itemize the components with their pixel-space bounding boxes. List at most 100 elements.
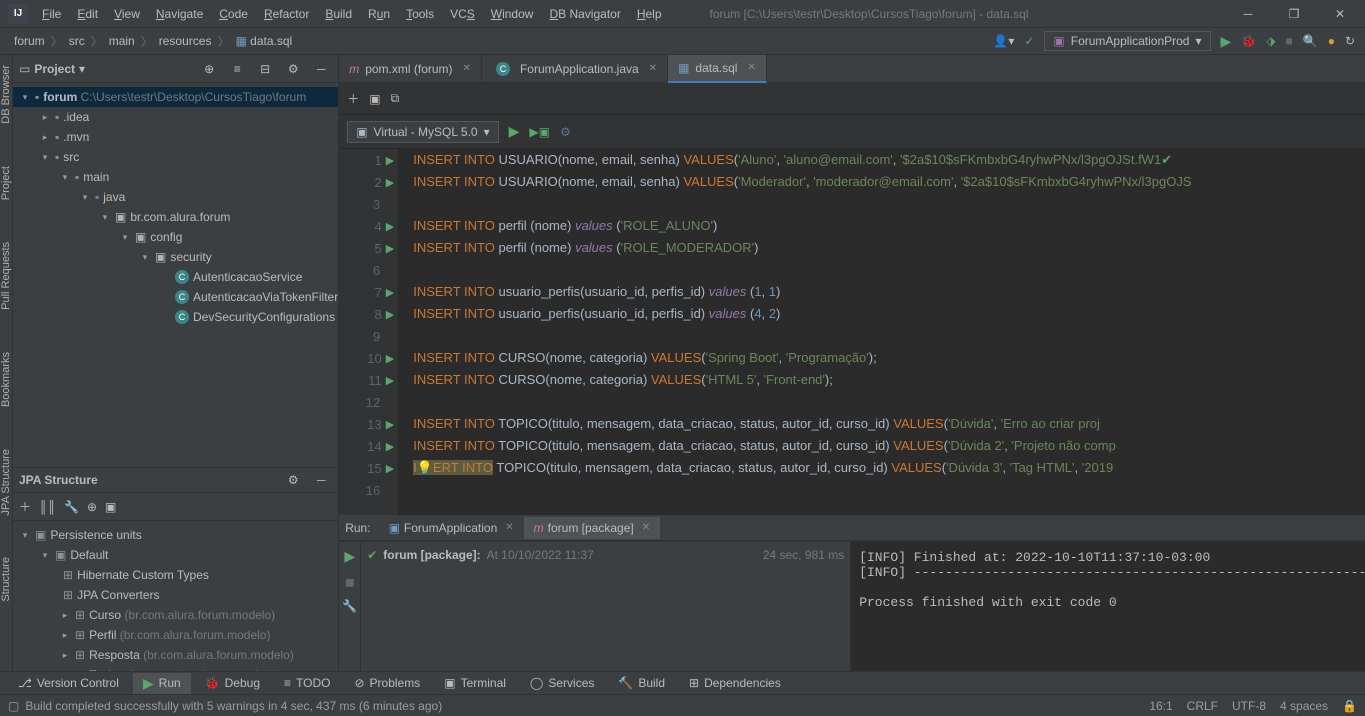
run-output[interactable]: [INFO] Finished at: 2022-10-10T11:37:10-…	[851, 542, 1365, 671]
close-icon[interactable]: ✕	[645, 63, 657, 74]
stop-icon[interactable]: ◼	[345, 575, 355, 589]
jpa-wrench-icon[interactable]: 🔧	[64, 500, 79, 514]
bot-terminal[interactable]: ▣Terminal	[434, 674, 516, 692]
bot-todo[interactable]: ≡TODO	[274, 674, 340, 692]
run-tab-forumapp[interactable]: ▣ForumApplication✕	[379, 517, 524, 539]
menu-file[interactable]: File	[34, 3, 69, 25]
jpa-add-icon[interactable]: ＋	[19, 498, 31, 515]
stripe-project[interactable]: Project	[0, 160, 12, 206]
jpa-entity-1[interactable]: ▸⊞Perfil (br.com.alura.forum.modelo)	[13, 625, 338, 645]
crumb-forum[interactable]: forum	[10, 32, 49, 50]
run-config-dropdown[interactable]: ▣ ForumApplicationProd ▾	[1044, 31, 1210, 51]
run-tab-forum-package[interactable]: mforum [package]✕	[524, 517, 660, 539]
tree-idea[interactable]: ▸▪.idea	[13, 107, 338, 127]
tree-file-2[interactable]: CDevSecurityConfigurations	[13, 307, 338, 327]
bot-services[interactable]: ◯Services	[520, 674, 604, 692]
bot-debug[interactable]: 🐞Debug	[195, 674, 270, 692]
jpa-persistence[interactable]: ▾▣Persistence units	[13, 525, 338, 545]
crumb-main[interactable]: main	[105, 32, 139, 50]
jpa-bar-icon[interactable]: ║║	[39, 500, 56, 514]
wrench-icon[interactable]: 🔧	[342, 599, 357, 613]
coverage-button[interactable]: ⬗	[1266, 34, 1275, 48]
vcs-update-icon[interactable]: ✓	[1024, 34, 1034, 48]
crumb-file[interactable]: ▦ data.sql	[231, 32, 296, 50]
bot-run[interactable]: ▶Run	[133, 673, 191, 694]
db-run-all-icon[interactable]: ▶▣	[529, 125, 550, 139]
bot-dependencies[interactable]: ⊞Dependencies	[679, 674, 791, 692]
hide-panel-icon[interactable]: ─	[310, 58, 332, 80]
menu-build[interactable]: Build	[317, 3, 360, 25]
menu-vcs[interactable]: VCS	[442, 3, 483, 25]
project-view-dropdown[interactable]: ▾	[79, 62, 85, 76]
stripe-jpa-structure[interactable]: JPA Structure	[0, 443, 12, 521]
tree-mvn[interactable]: ▸▪.mvn	[13, 127, 338, 147]
settings-sync-icon[interactable]: ↻	[1345, 34, 1355, 48]
bot-problems[interactable]: ⊘Problems	[344, 674, 430, 692]
close-icon[interactable]: ✕	[459, 63, 471, 74]
menu-edit[interactable]: Edit	[69, 3, 106, 25]
rerun-icon[interactable]: ▶	[344, 548, 355, 565]
expand-all-icon[interactable]: ≡	[226, 58, 248, 80]
menu-code[interactable]: Code	[211, 3, 256, 25]
tree-main[interactable]: ▾▪main	[13, 167, 338, 187]
jpa-console-icon[interactable]: ▣	[105, 500, 116, 514]
tab-pom[interactable]: mpom.xml (forum)✕	[339, 55, 482, 83]
status-icon[interactable]: ▢	[8, 699, 19, 713]
code-editor[interactable]: INSERT INTO USUARIO(nome, email, senha) …	[399, 149, 1365, 515]
select-opened-icon[interactable]: ⊕	[198, 58, 220, 80]
bot-build[interactable]: 🔨Build	[608, 674, 675, 692]
tree-java[interactable]: ▾▪java	[13, 187, 338, 207]
search-icon[interactable]: 🔍	[1303, 34, 1318, 48]
ed-add-icon[interactable]: ＋	[347, 90, 359, 107]
jpa-entity-2[interactable]: ▸⊞Resposta (br.com.alura.forum.modelo)	[13, 645, 338, 665]
jpa-converters[interactable]: ⊞JPA Converters	[13, 585, 338, 605]
panel-settings-icon[interactable]: ⚙	[282, 58, 304, 80]
minimize-button[interactable]: ─	[1225, 0, 1271, 28]
jpa-hibernate[interactable]: ⊞Hibernate Custom Types	[13, 565, 338, 585]
menu-navigate[interactable]: Navigate	[148, 3, 211, 25]
debug-button[interactable]: 🐞	[1241, 34, 1256, 48]
caret-pos[interactable]: 16:1	[1149, 699, 1172, 713]
jpa-settings-icon[interactable]: ⚙	[282, 469, 304, 491]
stop-button[interactable]: ■	[1285, 34, 1292, 48]
menu-refactor[interactable]: Refactor	[256, 3, 317, 25]
ed-copy-icon[interactable]: ⧉	[391, 91, 400, 106]
jpa-entity-3[interactable]: ▸⊞Topico (br.com.alura.forum.modelo)	[13, 665, 338, 671]
menu-tools[interactable]: Tools	[398, 3, 442, 25]
bot-vcs[interactable]: ⎇Version Control	[8, 674, 129, 692]
indent[interactable]: 4 spaces	[1280, 699, 1328, 713]
tab-forumapp[interactable]: CForumApplication.java✕	[482, 55, 668, 83]
stripe-pull-requests[interactable]: Pull Requests	[0, 236, 12, 316]
tree-root[interactable]: ▾▪forum C:\Users\testr\Desktop\CursosTia…	[13, 87, 338, 107]
user-icon[interactable]: 👤▾	[993, 34, 1014, 48]
tree-file-0[interactable]: CAutenticacaoService	[13, 267, 338, 287]
jpa-refresh-icon[interactable]: ⊕	[87, 500, 97, 514]
db-config-icon[interactable]: ⚙	[560, 125, 571, 139]
menu-help[interactable]: Help	[629, 3, 670, 25]
ed-dup-icon[interactable]: ▣	[369, 92, 380, 106]
crumb-src[interactable]: src	[65, 32, 89, 50]
crumb-resources[interactable]: resources	[155, 32, 216, 50]
lock-icon[interactable]: 🔒	[1342, 699, 1357, 713]
stripe-structure[interactable]: Structure	[0, 551, 12, 608]
menu-view[interactable]: View	[106, 3, 148, 25]
menu-run[interactable]: Run	[360, 3, 398, 25]
encoding[interactable]: UTF-8	[1232, 699, 1266, 713]
jpa-entity-0[interactable]: ▸⊞Curso (br.com.alura.forum.modelo)	[13, 605, 338, 625]
tree-package[interactable]: ▾▣br.com.alura.forum	[13, 207, 338, 227]
run-button[interactable]: ▶	[1221, 33, 1232, 50]
jpa-hide-icon[interactable]: ─	[310, 469, 332, 491]
collapse-all-icon[interactable]: ⊟	[254, 58, 276, 80]
ide-updates-icon[interactable]: ●	[1328, 34, 1335, 48]
stripe-db-browser[interactable]: DB Browser	[0, 59, 12, 130]
menu-dbnav[interactable]: DB Navigator	[541, 3, 628, 25]
tree-file-1[interactable]: CAutenticacaoViaTokenFilter	[13, 287, 338, 307]
tree-src[interactable]: ▾▪src	[13, 147, 338, 167]
db-run-icon[interactable]: ▶	[509, 123, 520, 140]
tree-config[interactable]: ▾▣config	[13, 227, 338, 247]
line-sep[interactable]: CRLF	[1187, 699, 1218, 713]
tab-datasql[interactable]: ▦data.sql✕	[668, 55, 767, 83]
menu-window[interactable]: Window	[483, 3, 542, 25]
stripe-bookmarks[interactable]: Bookmarks	[0, 346, 12, 413]
maximize-button[interactable]: ❐	[1271, 0, 1317, 28]
